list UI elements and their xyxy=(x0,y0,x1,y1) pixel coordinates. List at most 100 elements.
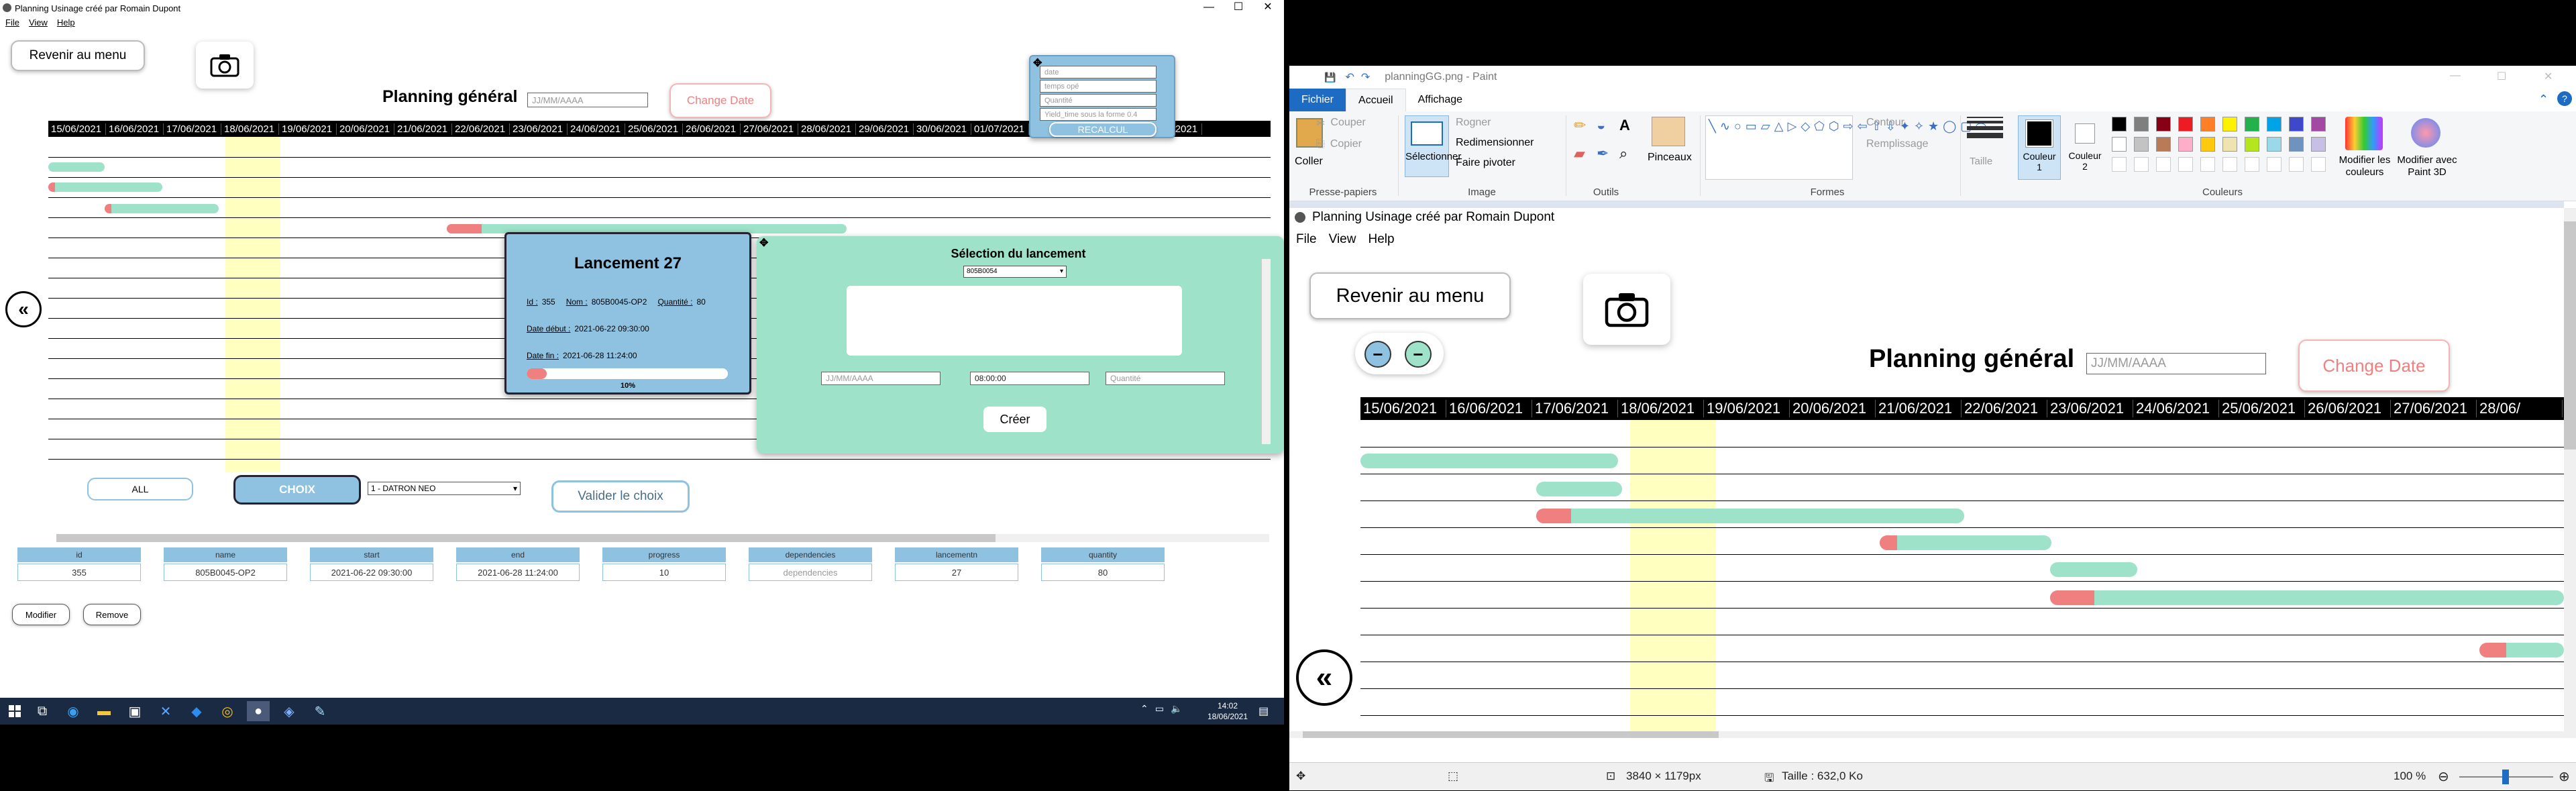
recalc-button[interactable]: RECALCUL xyxy=(1049,122,1157,137)
clock[interactable]: 14:02 18/06/2021 xyxy=(1206,700,1249,722)
screenshot-button[interactable] xyxy=(196,42,254,89)
palette-color-swatch[interactable] xyxy=(2245,137,2259,152)
tab-fichier[interactable]: Fichier xyxy=(1289,89,1346,111)
palette-custom-swatch[interactable] xyxy=(2222,157,2237,172)
scrollbar-thumb[interactable] xyxy=(2564,221,2576,450)
scrollbar-thumb[interactable] xyxy=(1303,731,1719,738)
table-cell-end[interactable]: 2021-06-28 11:24:00 xyxy=(456,564,580,581)
visual-studio-icon[interactable]: ✕ xyxy=(154,701,177,721)
vscode-icon[interactable]: ◆ xyxy=(185,701,208,721)
palette-color-swatch[interactable] xyxy=(2156,137,2171,152)
paint-canvas[interactable]: Planning Usinage créé par Romain Dupont … xyxy=(1289,208,2564,731)
text-icon[interactable]: A xyxy=(1619,117,1642,134)
table-cell-quantity[interactable]: 80 xyxy=(1041,564,1165,581)
palette-color-swatch[interactable] xyxy=(2178,117,2193,131)
validate-choice-button[interactable]: Valider le choix xyxy=(551,480,690,513)
zoom-out-icon[interactable]: ⊖ xyxy=(2438,768,2449,785)
windows-start-icon[interactable] xyxy=(7,701,23,721)
palette-color-swatch[interactable] xyxy=(2222,137,2237,152)
filter-choix-button[interactable]: CHOIX xyxy=(233,475,361,505)
change-date-button[interactable]: Change Date xyxy=(669,83,771,118)
palette-custom-swatch[interactable] xyxy=(2156,157,2171,172)
network-icon[interactable]: ▭ xyxy=(1155,703,1164,715)
palette-color-swatch[interactable] xyxy=(2200,137,2215,152)
canvas-hscrollbar[interactable] xyxy=(1289,731,2564,738)
table-cell-start[interactable]: 2021-06-22 09:30:00 xyxy=(310,564,433,581)
edit-colors-label[interactable]: Modifier les couleurs xyxy=(2336,154,2394,178)
volume-icon[interactable]: 🔈 xyxy=(1171,703,1182,715)
machine-select[interactable]: 1 - DATRON NEO ▾ xyxy=(368,482,521,495)
close-icon[interactable]: ✕ xyxy=(1253,0,1283,15)
maximize-icon[interactable]: ☐ xyxy=(2497,70,2506,83)
palette-color-swatch[interactable] xyxy=(2267,117,2282,131)
palette-color-swatch[interactable] xyxy=(2267,137,2282,152)
chrome-icon[interactable]: ◎ xyxy=(216,701,239,721)
recalc-date-field[interactable]: date xyxy=(1040,66,1157,78)
python-icon[interactable]: ◈ xyxy=(278,701,301,721)
palette-color-swatch[interactable] xyxy=(2222,117,2237,131)
palette-color-swatch[interactable] xyxy=(2112,137,2127,152)
brushes-label[interactable]: Pinceaux xyxy=(1648,152,1692,164)
gantt-bar[interactable] xyxy=(48,162,105,172)
palette-color-swatch[interactable] xyxy=(2311,117,2326,131)
table-cell-lancementn[interactable]: 27 xyxy=(895,564,1018,581)
rotate-button[interactable]: Faire pivoter xyxy=(1456,157,1515,169)
paint3d-label[interactable]: Modifier avec Paint 3D xyxy=(2396,154,2458,178)
brush-icon[interactable] xyxy=(1652,117,1685,146)
outline-button[interactable]: Contour xyxy=(1866,117,1904,129)
palette-custom-swatch[interactable] xyxy=(2200,157,2215,172)
table-cell-dependencies[interactable]: dependencies xyxy=(749,564,872,581)
paint3d-icon[interactable] xyxy=(2411,118,2440,148)
select-button[interactable]: Sélectionner xyxy=(1405,115,1461,177)
tab-accueil[interactable]: Accueil xyxy=(1346,89,1406,111)
zoom-slider-thumb[interactable] xyxy=(2502,770,2509,784)
eraser-icon[interactable]: ▰ xyxy=(1574,145,1597,162)
scrollbar-thumb[interactable] xyxy=(56,534,996,542)
palette-color-swatch[interactable] xyxy=(2112,117,2127,131)
recalc-yield-field[interactable]: Yield_time sous la forme 0.4 xyxy=(1040,108,1157,121)
chevron-up-icon[interactable]: ⌃ xyxy=(1140,703,1148,715)
palette-custom-swatch[interactable] xyxy=(2289,157,2304,172)
palette-color-swatch[interactable] xyxy=(2289,117,2304,131)
size-icon[interactable] xyxy=(1967,117,2003,144)
color2-button[interactable]: Couleur 2 xyxy=(2066,115,2104,180)
selection-scrollbar[interactable] xyxy=(1261,259,1271,444)
fill-bucket-icon[interactable]: ◒ xyxy=(1597,117,1619,134)
previous-arrow-icon[interactable]: « xyxy=(5,291,42,327)
app-taskbar-icon[interactable]: ● xyxy=(247,701,270,721)
recalc-time-field[interactable]: temps opé xyxy=(1040,80,1157,93)
palette-custom-swatch[interactable] xyxy=(2112,157,2127,172)
minimize-icon[interactable]: — xyxy=(2450,70,2461,82)
file-explorer-icon[interactable]: ▬ xyxy=(93,701,115,721)
cut-button[interactable]: ✂ Couper xyxy=(1316,117,1366,130)
shapes-gallery[interactable]: ╲∿○▭▱△▷◇⬠⬡⇨⇦⇧⇩✦✧★◯▢⬭ xyxy=(1705,115,1986,180)
gantt-scrollbar[interactable] xyxy=(56,534,1269,542)
redo-icon[interactable]: ↷ xyxy=(1361,70,1370,84)
palette-custom-swatch[interactable] xyxy=(2134,157,2149,172)
undo-icon[interactable]: ↶ xyxy=(1345,70,1354,84)
palette-color-swatch[interactable] xyxy=(2200,117,2215,131)
date-input[interactable]: JJ/MM/AAAA xyxy=(527,93,648,107)
table-cell-progress[interactable]: 10 xyxy=(602,564,726,581)
selection-quantity-input[interactable]: Quantité xyxy=(1106,372,1225,385)
remove-button[interactable]: Remove xyxy=(83,604,141,625)
recalc-quantity-field[interactable]: Quantité xyxy=(1040,94,1157,107)
color1-button[interactable]: Couleur 1 xyxy=(2018,115,2061,180)
palette-custom-swatch[interactable] xyxy=(2311,157,2326,172)
palette-color-swatch[interactable] xyxy=(2134,137,2149,152)
paste-label[interactable]: Coller xyxy=(1295,156,1323,168)
terminal-icon[interactable]: ▣ xyxy=(123,701,146,721)
launch-select[interactable]: 805B0054 ▾ xyxy=(963,266,1067,278)
palette-color-swatch[interactable] xyxy=(2311,137,2326,152)
magnifier-icon[interactable]: ⌕ xyxy=(1619,145,1642,162)
modify-button[interactable]: Modifier xyxy=(12,604,70,625)
tab-affichage[interactable]: Affichage xyxy=(1406,89,1474,111)
copy-button[interactable]: ⎘ Copier xyxy=(1316,138,1362,150)
edge-icon[interactable]: ◉ xyxy=(62,701,85,721)
menu-file[interactable]: File xyxy=(5,17,19,28)
zoom-slider[interactable] xyxy=(2459,770,2553,784)
resize-button[interactable]: Redimensionner xyxy=(1456,137,1534,149)
edit-colors-icon[interactable] xyxy=(2345,117,2383,150)
palette-color-swatch[interactable] xyxy=(2245,117,2259,131)
fill-button[interactable]: Remplissage xyxy=(1866,138,1928,150)
